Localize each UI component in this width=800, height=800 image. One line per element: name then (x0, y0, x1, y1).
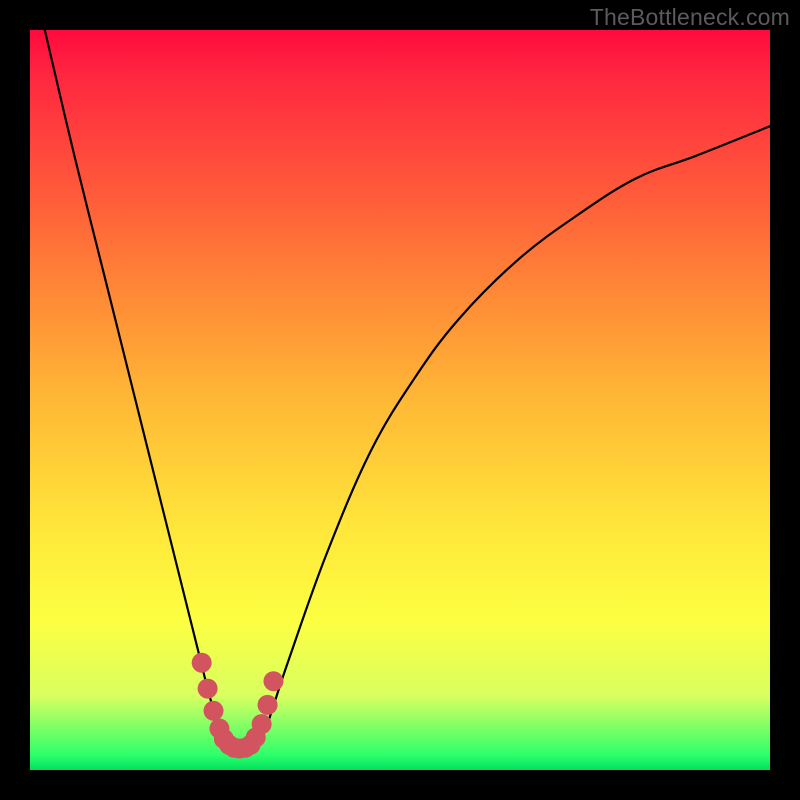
highlight-dot (258, 695, 278, 715)
chart-plot-area (30, 30, 770, 770)
watermark-text: TheBottleneck.com (590, 4, 790, 31)
highlight-dot (192, 653, 212, 673)
bottom-highlight-dots (192, 653, 284, 759)
highlight-dot (204, 701, 224, 721)
chart-svg (30, 30, 770, 770)
highlight-dot (198, 679, 218, 699)
curve-line (45, 30, 770, 748)
highlight-dot (252, 714, 272, 734)
highlight-dot (263, 671, 283, 691)
